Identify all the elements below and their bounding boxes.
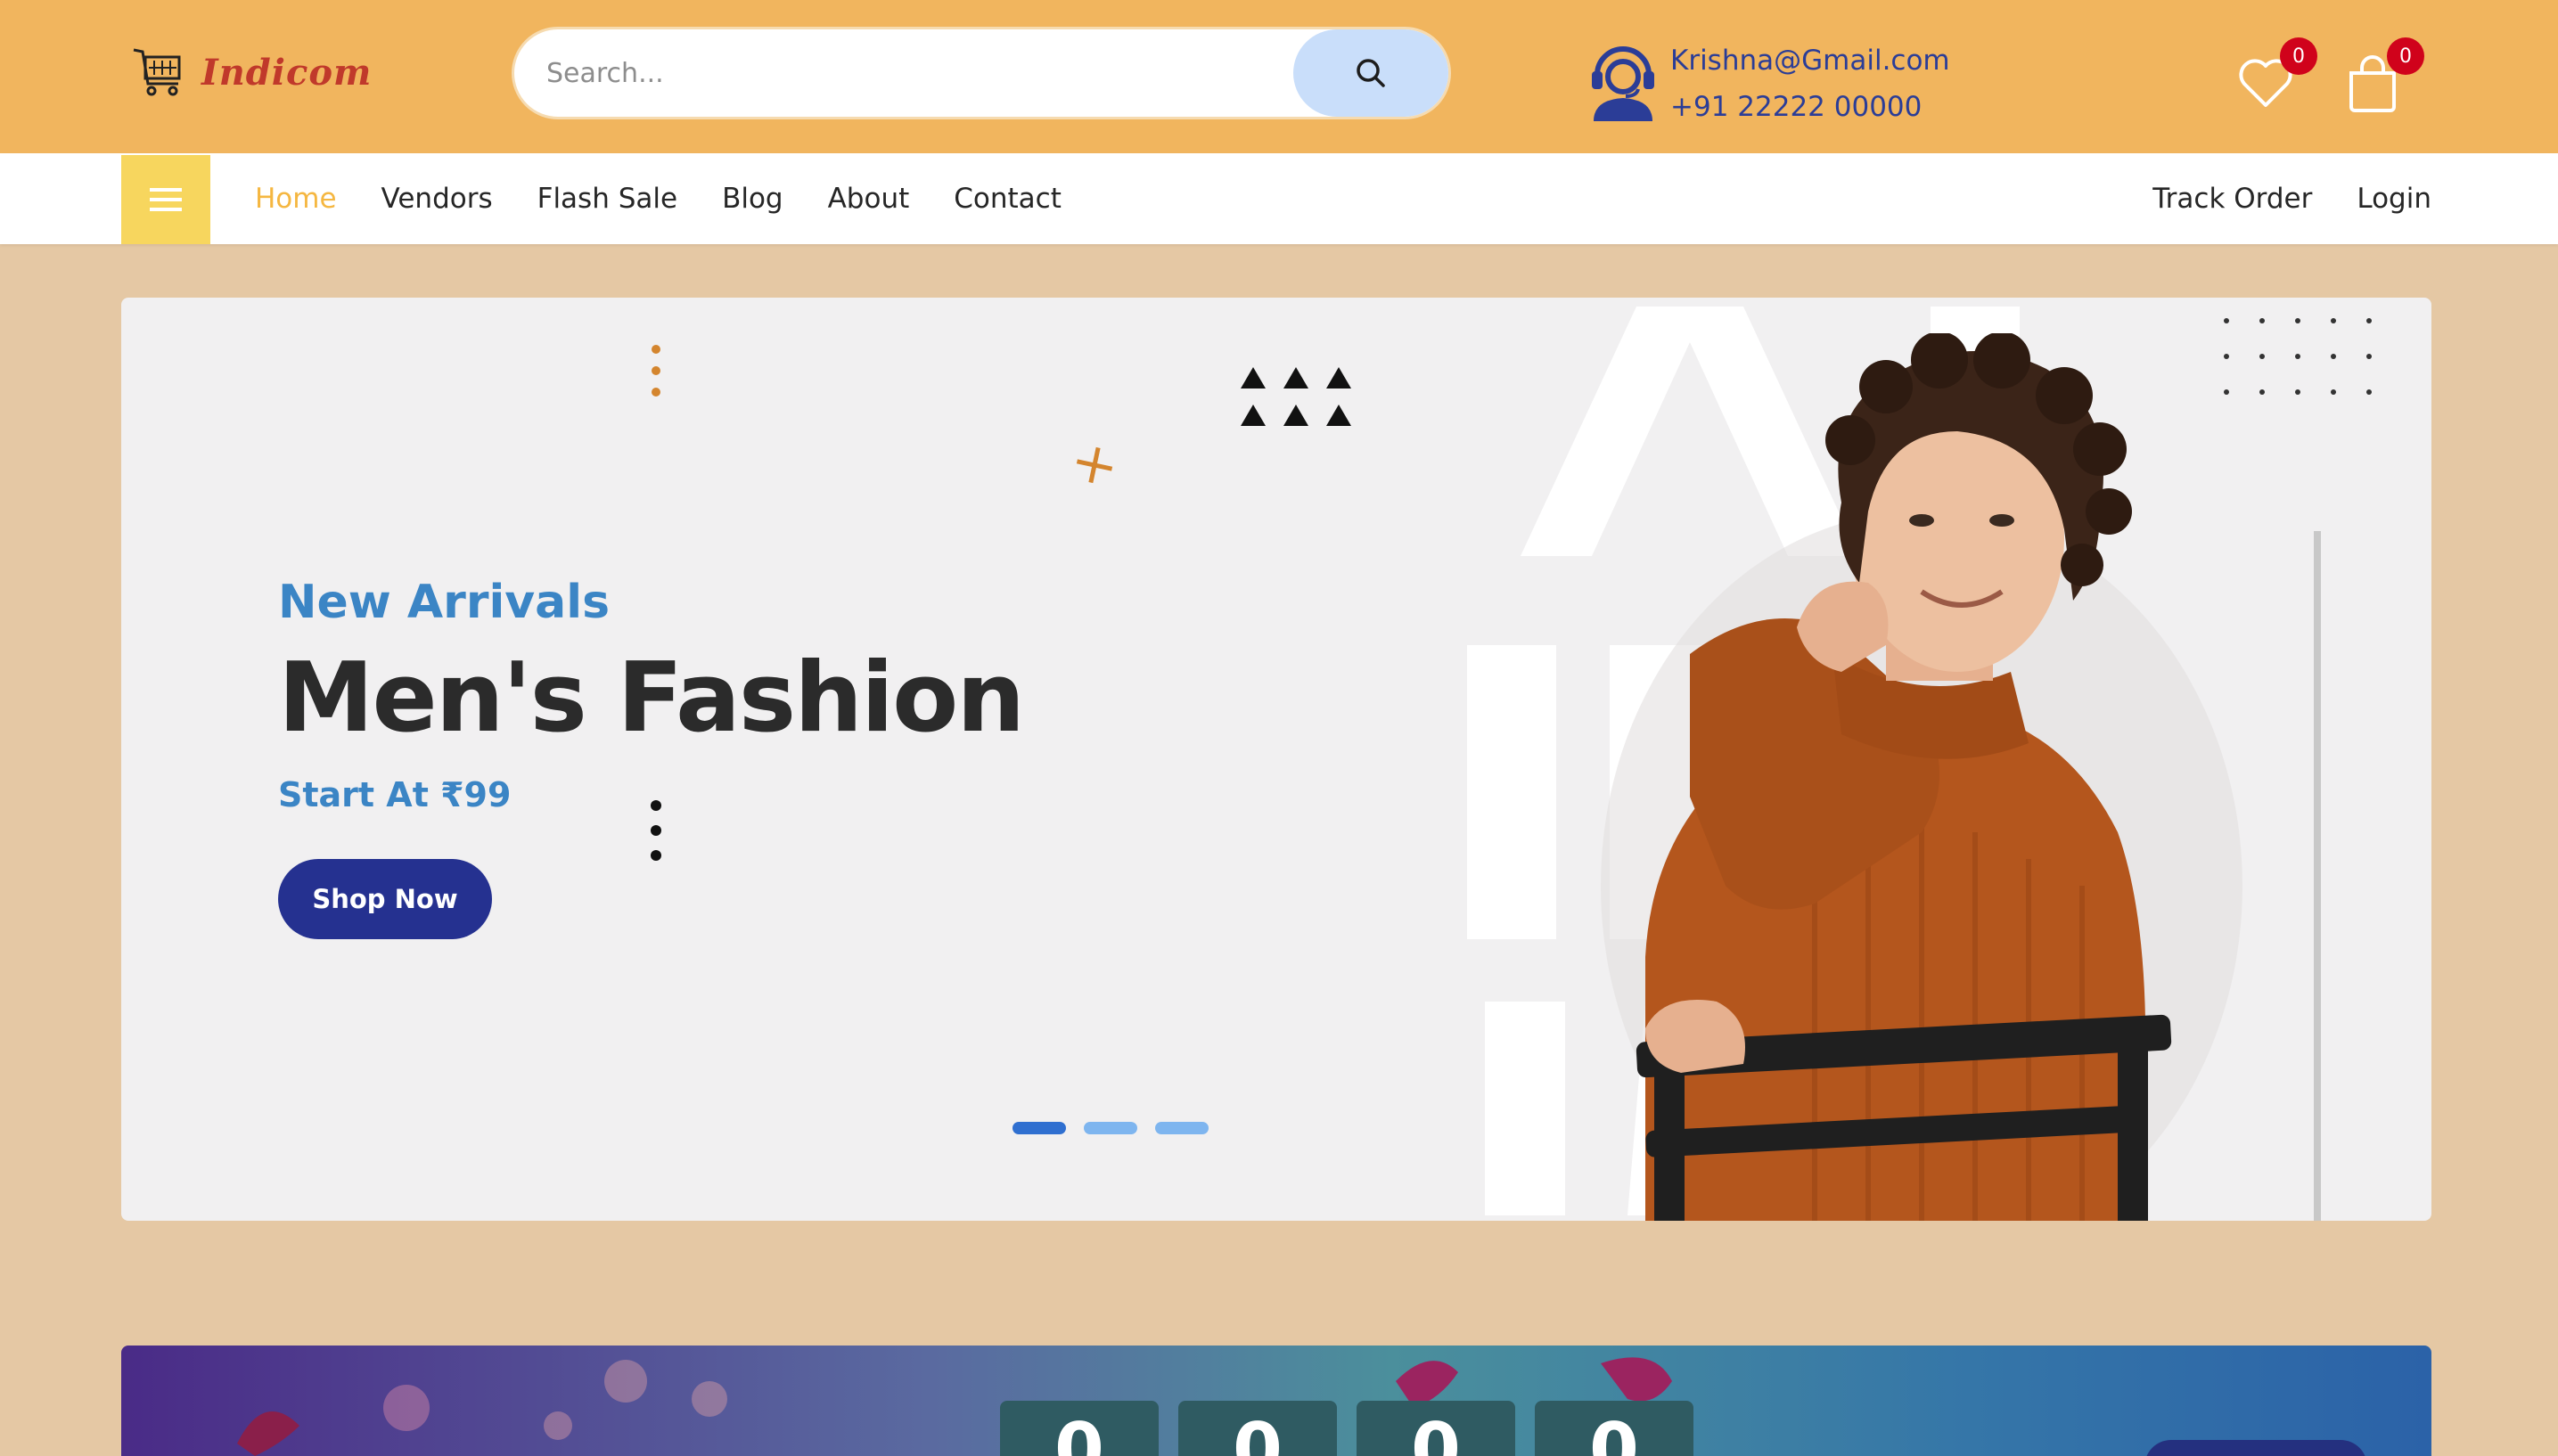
search-bar xyxy=(512,27,1451,119)
wishlist-button[interactable]: 0 xyxy=(2235,37,2317,119)
cart-button[interactable]: 0 xyxy=(2342,37,2424,119)
decor-cross xyxy=(1076,446,1113,484)
hero-subtitle: Start At ₹99 xyxy=(278,775,512,814)
countdown-seconds: 0 xyxy=(1535,1401,1693,1456)
brand-name: Indicom xyxy=(201,51,373,94)
countdown-days: 0 xyxy=(1000,1401,1159,1456)
promo-button[interactable] xyxy=(2144,1440,2367,1456)
nav-vendors[interactable]: Vendors xyxy=(381,183,493,215)
carousel-dot-1[interactable] xyxy=(1013,1122,1066,1134)
nav-login[interactable]: Login xyxy=(2357,183,2431,215)
contact-email[interactable]: Krishna@Gmail.com xyxy=(1670,37,1950,84)
nav-blog[interactable]: Blog xyxy=(722,183,783,215)
brand-logo[interactable]: Indicom xyxy=(130,43,372,102)
search-button[interactable] xyxy=(1293,29,1448,117)
hamburger-menu-button[interactable] xyxy=(121,155,210,244)
top-bar: Indicom Krishna@Gmail.com xyxy=(0,0,2558,153)
hero-banner: New Arrivals Men's Fashion Start At ₹99 … xyxy=(121,298,2431,1221)
carousel-indicators xyxy=(1013,1122,1226,1134)
nav-about[interactable]: About xyxy=(828,183,910,215)
nav-contact[interactable]: Contact xyxy=(954,183,1062,215)
main-nav: Home Vendors Flash Sale Blog About Conta… xyxy=(0,153,2558,244)
nav-track-order[interactable]: Track Order xyxy=(2152,183,2312,215)
countdown-hours: 0 xyxy=(1178,1401,1337,1456)
carousel-dot-3[interactable] xyxy=(1155,1122,1209,1134)
nav-home[interactable]: Home xyxy=(255,183,337,215)
countdown-minutes: 0 xyxy=(1357,1401,1515,1456)
nav-flash-sale[interactable]: Flash Sale xyxy=(537,183,677,215)
flash-sale-banner: 0 0 0 0 xyxy=(121,1346,2431,1456)
contact-info: Krishna@Gmail.com +91 22222 00000 xyxy=(1588,37,1950,130)
shop-now-button[interactable]: Shop Now xyxy=(278,859,492,939)
hero-eyebrow: New Arrivals xyxy=(278,576,611,629)
hero-title: Men's Fashion xyxy=(278,642,1025,754)
search-icon xyxy=(1357,59,1385,87)
wishlist-count-badge: 0 xyxy=(2280,37,2317,75)
decor-triangles xyxy=(1241,367,1351,426)
search-input[interactable] xyxy=(546,29,1259,117)
hamburger-menu-icon xyxy=(150,188,182,211)
hero-model-image xyxy=(1601,333,2242,1221)
hero-text-block: New Arrivals Men's Fashion Start At ₹99 … xyxy=(278,576,1025,939)
page: Indicom Krishna@Gmail.com xyxy=(0,0,2558,1456)
contact-phone[interactable]: +91 22222 00000 xyxy=(1670,84,1950,130)
cart-count-badge: 0 xyxy=(2387,37,2424,75)
cart-logo-icon xyxy=(133,48,181,96)
decor-dots-orange xyxy=(652,345,660,397)
support-agent-icon xyxy=(1592,46,1654,121)
carousel-dot-2[interactable] xyxy=(1084,1122,1137,1134)
